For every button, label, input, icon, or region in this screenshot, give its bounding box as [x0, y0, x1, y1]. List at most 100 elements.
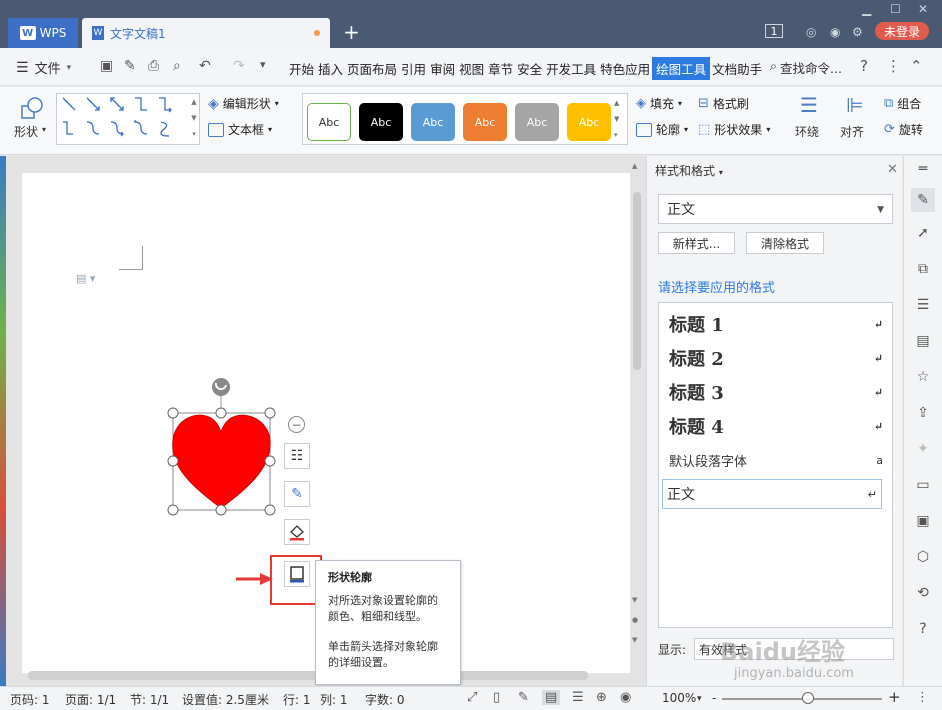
rotate-handle-icon[interactable] [212, 378, 230, 396]
style-format-icon[interactable]: ✎ [911, 188, 935, 212]
shape-icon[interactable] [20, 96, 44, 120]
next-page-icon[interactable]: ▼ [632, 636, 637, 644]
tab-doc-assistant[interactable]: 文档助手 [710, 57, 764, 80]
clear-format-button[interactable]: 清除格式 [746, 232, 824, 254]
help-icon[interactable]: ? [860, 57, 868, 75]
shape-button-label[interactable]: 形状 [14, 123, 38, 140]
window-count-badge[interactable]: 1 [765, 24, 783, 38]
new-tab-button[interactable]: + [343, 20, 360, 44]
gallery-scroll[interactable]: ▲ ▼ ▾ [189, 94, 199, 144]
shapes-icon[interactable]: ⧉ [914, 260, 932, 278]
close-window-icon[interactable]: ✕ [918, 2, 928, 16]
file-menu-button[interactable]: ☰ 文件 ▾ [16, 58, 71, 78]
page-view-icon[interactable]: ▤ [542, 690, 561, 705]
tab-view[interactable]: 视图 [457, 57, 486, 80]
page-number-status[interactable]: 页码: 1 [10, 691, 50, 708]
image-icon[interactable]: ▣ [914, 512, 932, 530]
rotate-button[interactable]: ⟳ 旋转 [884, 121, 923, 138]
tab-page-layout[interactable]: 页面布局 [345, 57, 399, 80]
tab-references[interactable]: 引用 [399, 57, 428, 80]
outline-button[interactable]: 轮廓 ▾ [636, 121, 688, 138]
zoom-out-button[interactable]: - [712, 691, 716, 705]
word-count-status[interactable]: 字数: 0 [365, 691, 405, 708]
tab-security[interactable]: 安全 [515, 57, 544, 80]
format-painter-icon[interactable]: ✎ [124, 58, 136, 74]
eye-protection-icon[interactable]: ◉ [620, 690, 631, 705]
cloud-icon[interactable]: ◉ [830, 25, 840, 39]
fullscreen-icon[interactable]: ⤢ [467, 690, 477, 705]
style-item-heading-2[interactable]: 标题 2 ↵ [665, 343, 887, 373]
paragraph-layout-icon[interactable]: ▤ ▾ [76, 272, 95, 285]
chevron-down-icon[interactable]: ▾ [42, 125, 46, 134]
hexagon-icon[interactable]: ⬡ [914, 548, 932, 566]
collapse-icon[interactable]: ═ [914, 160, 932, 178]
current-style-select[interactable]: 正文 ▼ [658, 194, 893, 224]
heart-shape[interactable] [166, 376, 282, 516]
archive-icon[interactable]: ▭ [914, 476, 932, 494]
style-item-heading-4[interactable]: 标题 4 ↵ [665, 411, 887, 441]
document-tab[interactable]: W 文字文稿1 [82, 18, 330, 48]
tab-developer[interactable]: 开发工具 [544, 57, 598, 80]
help-circle-icon[interactable]: ? [914, 620, 932, 638]
minimize-icon[interactable]: ▁ [862, 2, 871, 16]
scroll-up-icon[interactable]: ▲ [632, 162, 637, 170]
tab-chapter[interactable]: 章节 [486, 57, 515, 80]
properties-icon[interactable]: ☰ [914, 296, 932, 314]
vertical-scroll-thumb[interactable] [633, 192, 641, 370]
align-button-label[interactable]: 对齐 [840, 123, 864, 140]
fill-button[interactable]: ◈ 填充 ▾ [636, 95, 682, 112]
zoom-slider-handle[interactable] [802, 692, 814, 704]
tab-review[interactable]: 审阅 [428, 57, 457, 80]
panel-title[interactable]: 样式和格式 ▾ [655, 162, 723, 179]
document-icon[interactable]: ▤ [914, 332, 932, 350]
more-options-icon[interactable]: ⋮ [886, 57, 901, 75]
edit-shape-button[interactable]: ◈ 编辑形状 ▾ [208, 95, 279, 112]
shape-effect-button[interactable]: ⬚ 形状效果 ▾ [698, 121, 770, 138]
textbox-button[interactable]: 文本框 ▾ [208, 121, 272, 138]
zoom-level[interactable]: 100% [662, 691, 696, 705]
prev-page-icon[interactable]: ● [632, 616, 638, 624]
style-swatch-blue[interactable]: Abc [411, 103, 455, 141]
style-item-default-font[interactable]: 默认段落字体 a [665, 445, 887, 475]
collapse-ribbon-icon[interactable]: ⌃ [910, 57, 923, 75]
collapse-toolbar-icon[interactable]: − [288, 416, 305, 433]
tab-drawing-tools[interactable]: 绘图工具 [652, 57, 711, 80]
page-count-status[interactable]: 页面: 1/1 [65, 691, 116, 708]
tab-insert[interactable]: 插入 [316, 57, 345, 80]
style-swatch-gray[interactable]: Abc [515, 103, 559, 141]
puzzle-icon[interactable]: ✦ [914, 440, 932, 458]
share-icon[interactable]: ⇪ [914, 404, 932, 422]
edit-mode-icon[interactable]: ✎ [518, 690, 529, 705]
shape-fill-button[interactable] [284, 519, 310, 545]
new-style-button[interactable]: 新样式... [658, 232, 735, 254]
setting-value-status[interactable]: 设置值: 2.5厘米 [182, 691, 269, 708]
format-brush-button[interactable]: ⊟ 格式刷 [698, 95, 749, 112]
maximize-icon[interactable]: ☐ [890, 2, 901, 16]
wrap-icon[interactable]: ☰ [800, 93, 818, 117]
read-mode-icon[interactable]: ▯ [493, 690, 500, 705]
section-status[interactable]: 节: 1/1 [130, 691, 169, 708]
print-icon[interactable]: ⎙ [148, 58, 159, 74]
settings-icon[interactable]: ⚙ [852, 25, 863, 39]
horizontal-scroll-thumb[interactable] [28, 671, 588, 680]
line-shapes-icon[interactable] [57, 94, 199, 144]
chevron-down-icon[interactable]: ▾ [697, 694, 702, 704]
close-icon[interactable]: ✕ [887, 162, 898, 177]
history-icon[interactable]: ⟲ [914, 584, 932, 602]
redo-icon[interactable]: ↷ [233, 58, 245, 74]
outline-view-icon[interactable]: ☰ [572, 690, 584, 705]
print-preview-icon[interactable]: ⌕ [173, 58, 181, 74]
undo-icon[interactable]: ↶ [199, 58, 211, 74]
scroll-down-icon[interactable]: ▼ [632, 596, 637, 604]
wrap-button-label[interactable]: 环绕 [795, 123, 819, 140]
layout-options-button[interactable]: ☷ [284, 443, 310, 469]
tab-start[interactable]: 开始 [287, 57, 316, 80]
login-button[interactable]: 未登录 [875, 22, 929, 40]
customize-quick-access-icon[interactable]: ▾ [260, 58, 266, 71]
style-item-heading-1[interactable]: 标题 1 ↵ [665, 309, 887, 339]
column-status[interactable]: 列: 1 [320, 691, 348, 708]
style-swatch-white[interactable]: Abc [307, 103, 351, 141]
select-cursor-icon[interactable]: ➚ [914, 224, 932, 242]
skin-icon[interactable]: ◎ [806, 25, 816, 39]
shape-style-button[interactable]: ✎ [284, 481, 310, 507]
